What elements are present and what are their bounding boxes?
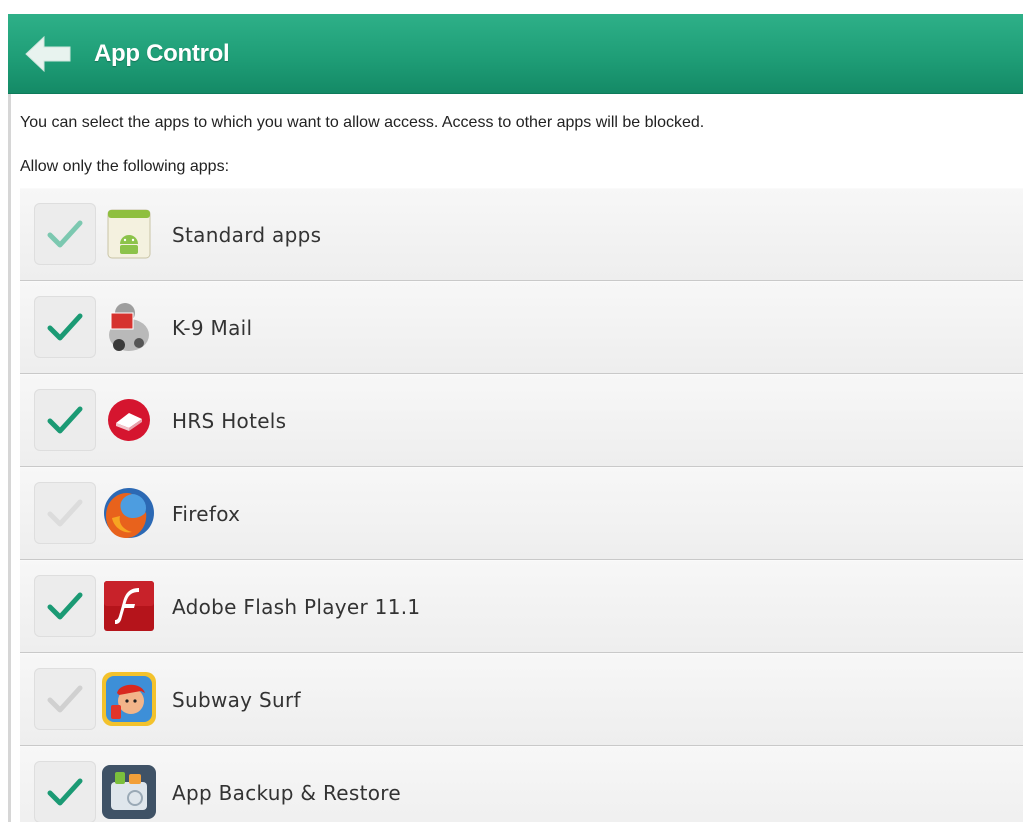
app-row-standard-apps[interactable]: Standard apps [20, 188, 1023, 281]
app-bar: App Control [8, 14, 1023, 94]
app-checkbox[interactable] [34, 482, 96, 544]
check-icon [47, 220, 83, 248]
app-control-screen: App Control You can select the apps to w… [0, 0, 1023, 822]
flash-player-icon [100, 577, 158, 635]
app-checkbox[interactable] [34, 296, 96, 358]
android-icon [100, 205, 158, 263]
content-area: You can select the apps to which you wan… [8, 94, 1023, 822]
app-name: K-9 Mail [172, 316, 253, 340]
subway-surf-icon [100, 670, 158, 728]
app-name: App Backup & Restore [172, 781, 401, 805]
app-row-app-backup-restore[interactable]: App Backup & Restore [20, 746, 1023, 822]
app-row-k9-mail[interactable]: K-9 Mail [20, 281, 1023, 374]
app-checkbox[interactable] [34, 203, 96, 265]
app-checkbox[interactable] [34, 389, 96, 451]
page-title: App Control [94, 40, 230, 67]
app-name: Adobe Flash Player 11.1 [172, 595, 421, 619]
k9-mail-icon [100, 298, 158, 356]
allow-list-heading: Allow only the following apps: [20, 158, 230, 175]
app-name: Standard apps [172, 223, 322, 247]
app-row-adobe-flash-player[interactable]: Adobe Flash Player 11.1 [20, 560, 1023, 653]
back-button[interactable] [18, 28, 78, 80]
app-checkbox[interactable] [34, 761, 96, 822]
app-row-hrs-hotels[interactable]: HRS Hotels [20, 374, 1023, 467]
app-row-subway-surf[interactable]: Subway Surf [20, 653, 1023, 746]
app-row-firefox[interactable]: Firefox [20, 467, 1023, 560]
check-icon [47, 313, 83, 341]
app-backup-icon [100, 763, 158, 821]
app-name: Subway Surf [172, 688, 301, 712]
check-icon [47, 685, 83, 713]
check-icon [47, 592, 83, 620]
firefox-icon [100, 484, 158, 542]
description-text: You can select the apps to which you wan… [20, 114, 705, 131]
hrs-hotels-icon [100, 391, 158, 449]
app-name: Firefox [172, 502, 241, 526]
check-icon [47, 406, 83, 434]
check-icon [47, 778, 83, 806]
app-name: HRS Hotels [172, 409, 287, 433]
app-checkbox[interactable] [34, 575, 96, 637]
app-checkbox[interactable] [34, 668, 96, 730]
back-arrow-icon [25, 35, 71, 73]
app-list: Standard apps K-9 Mail HRS Hotels Firefo… [20, 188, 1023, 822]
check-icon [47, 499, 83, 527]
